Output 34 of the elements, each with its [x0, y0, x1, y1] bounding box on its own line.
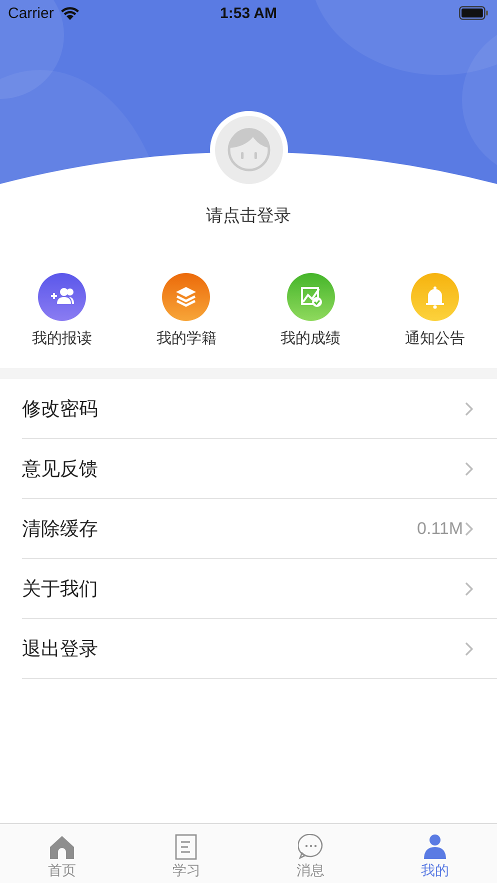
tab[interactable]: 我的	[394, 824, 475, 883]
chevron-icon	[465, 462, 473, 476]
add-people-icon[interactable]	[38, 273, 86, 321]
menu-item[interactable]: 意见反馈	[22, 439, 497, 499]
chevron-icon	[465, 642, 473, 656]
status-time: 1:53 AM	[220, 4, 277, 22]
person-icon	[422, 834, 448, 860]
home-icon	[49, 834, 76, 860]
shortcut-label[interactable]: 通知公告	[404, 329, 465, 348]
layers-icon[interactable]	[162, 273, 210, 321]
chat-bubble-icon	[298, 834, 324, 860]
shortcut-label[interactable]: 我的成绩	[280, 329, 341, 348]
menu-item-label: 修改密码	[22, 396, 98, 422]
menu-item[interactable]: 退出登录	[22, 619, 497, 679]
chevron-icon	[465, 402, 473, 416]
menu-item-label: 退出登录	[22, 636, 98, 662]
login-prompt[interactable]: 请点击登录	[206, 204, 291, 227]
wifi-icon	[60, 6, 80, 20]
battery-icon	[459, 6, 489, 20]
carrier-label: Carrier	[8, 4, 54, 22]
chevron-icon	[465, 582, 473, 596]
cache-size: 0.11M	[417, 518, 463, 538]
chevron-icon	[465, 522, 473, 536]
menu-item-label: 意见反馈	[22, 456, 98, 482]
menu-item-label: 清除缓存	[22, 516, 98, 542]
document-icon	[173, 834, 200, 860]
shortcut-label[interactable]: 我的学籍	[156, 329, 216, 348]
menu-item[interactable]: 修改密码	[22, 379, 497, 439]
menu-item[interactable]: 清除缓存 0.11M	[22, 499, 497, 559]
chart-check-icon[interactable]	[286, 273, 335, 321]
menu-item-label: 关于我们	[22, 576, 98, 602]
menu-item[interactable]: 关于我们	[22, 559, 497, 619]
shortcut-label[interactable]: 我的报读	[32, 329, 92, 348]
bell-icon[interactable]	[410, 273, 459, 321]
